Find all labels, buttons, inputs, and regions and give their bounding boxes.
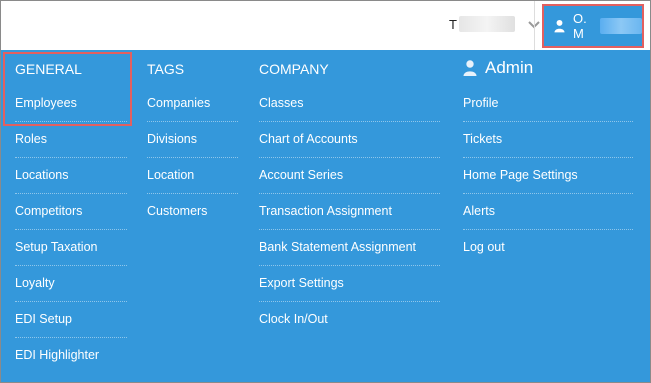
menu-item-employees[interactable]: Employees [15,86,127,122]
menu-item-log-out[interactable]: Log out [463,230,633,265]
user-icon [463,60,477,76]
menu-item-classes[interactable]: Classes [259,86,440,122]
menu-item-tickets[interactable]: Tickets [463,122,633,158]
menu-item-divisions[interactable]: Divisions [147,122,238,158]
dropdown-menu: GENERAL Employees Roles Locations Compet… [1,50,650,382]
admin-header: Admin [463,50,633,86]
menu-item-alerts[interactable]: Alerts [463,194,633,230]
app-frame: T O. M GENERAL Employees Roles Locations… [0,0,651,383]
user-name-redacted [599,18,642,34]
company-header: COMPANY [259,61,329,77]
menu-column-tags: TAGS Companies Divisions Location Custom… [147,50,238,229]
menu-item-customers[interactable]: Customers [147,194,238,229]
tenant-name-redacted [458,16,515,32]
tags-header: TAGS [147,61,185,77]
top-bar: T O. M [1,1,650,50]
menu-item-chart-of-accounts[interactable]: Chart of Accounts [259,122,440,158]
menu-item-account-series[interactable]: Account Series [259,158,440,194]
user-icon [554,19,565,33]
menu-column-company: COMPANY Classes Chart of Accounts Accoun… [259,50,440,337]
menu-item-home-page-settings[interactable]: Home Page Settings [463,158,633,194]
menu-item-profile[interactable]: Profile [463,86,633,122]
menu-item-clock-in-out[interactable]: Clock In/Out [259,302,440,337]
menu-item-companies[interactable]: Companies [147,86,238,122]
menu-column-admin: Admin Profile Tickets Home Page Settings… [463,50,633,265]
user-name: O. M [573,11,587,41]
menu-item-edi-highlighter[interactable]: EDI Highlighter [15,338,127,373]
tenant-selector[interactable]: T [449,16,541,32]
menu-item-loyalty[interactable]: Loyalty [15,266,127,302]
menu-item-setup-taxation[interactable]: Setup Taxation [15,230,127,266]
menu-item-location[interactable]: Location [147,158,238,194]
menu-item-bank-statement-assignment[interactable]: Bank Statement Assignment [259,230,440,266]
menu-item-export-settings[interactable]: Export Settings [259,266,440,302]
admin-label: Admin [485,58,534,77]
menu-column-general: GENERAL Employees Roles Locations Compet… [15,50,127,373]
menu-item-edi-setup[interactable]: EDI Setup [15,302,127,338]
general-header: GENERAL [15,61,82,77]
menu-item-roles[interactable]: Roles [15,122,127,158]
menu-item-locations[interactable]: Locations [15,158,127,194]
menu-item-transaction-assignment[interactable]: Transaction Assignment [259,194,440,230]
topbar-divider [534,1,535,50]
menu-item-competitors[interactable]: Competitors [15,194,127,230]
user-menu-button[interactable]: O. M [542,4,644,48]
tenant-name: T [449,16,457,32]
